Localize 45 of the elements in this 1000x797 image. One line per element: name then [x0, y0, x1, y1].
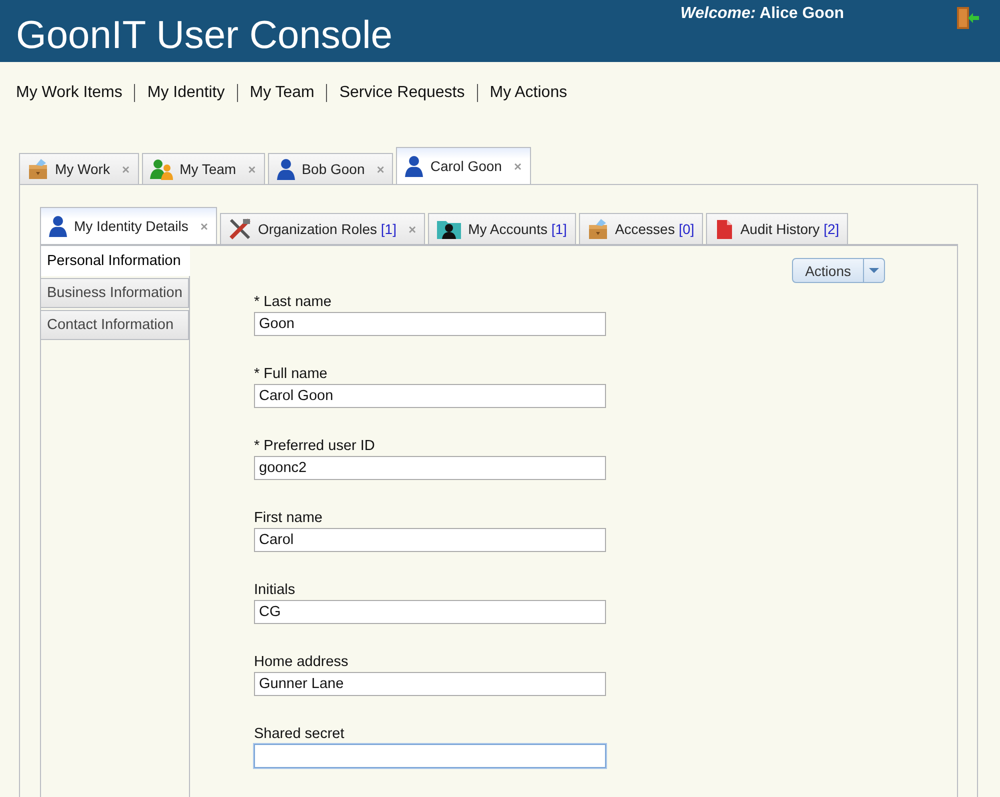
- folder-person-icon: [436, 218, 462, 240]
- field-label: Initials: [254, 582, 296, 598]
- tab[interactable]: My Identity Details ×: [40, 207, 217, 245]
- section-tab[interactable]: Contact Information: [41, 310, 189, 340]
- welcome-text: Welcome: Alice Goon: [680, 5, 844, 23]
- document-icon: [714, 218, 734, 240]
- tab[interactable]: Bob Goon ×: [268, 153, 394, 184]
- nav-link[interactable]: My Identity: [134, 84, 237, 102]
- input-field[interactable]: Goon: [254, 312, 606, 336]
- people-icon: [150, 158, 174, 180]
- input-field[interactable]: Gunner Lane: [254, 672, 606, 696]
- input-field[interactable]: Carol: [254, 528, 606, 552]
- nav-link[interactable]: My Team: [236, 84, 326, 102]
- field-label: * Full name: [254, 366, 328, 382]
- person-icon: [48, 215, 68, 237]
- tab[interactable]: My Team ×: [142, 153, 265, 184]
- nav-link[interactable]: My Work Items: [16, 84, 134, 102]
- person-icon: [404, 155, 424, 177]
- tab[interactable]: Carol Goon ×: [396, 147, 531, 185]
- actions-button[interactable]: Actions: [792, 258, 885, 283]
- field-label: * Last name: [254, 294, 332, 310]
- nav-link[interactable]: Service Requests: [326, 84, 477, 102]
- tools-icon: [228, 218, 252, 240]
- tab[interactable]: Audit History [2]: [706, 213, 848, 244]
- section-tab[interactable]: Personal Information: [41, 246, 190, 276]
- tab[interactable]: Organization Roles [1] ×: [220, 213, 426, 244]
- field-label: * Preferred user ID: [254, 438, 376, 454]
- input-field[interactable]: [254, 744, 606, 768]
- field-label: Home address: [254, 654, 350, 670]
- app-title: GoonIT User Console: [16, 14, 392, 58]
- logout-icon[interactable]: [954, 5, 980, 31]
- input-field[interactable]: Carol Goon: [254, 384, 606, 408]
- box-icon: [586, 218, 609, 240]
- input-field[interactable]: goonc2: [254, 456, 606, 480]
- field-label: First name: [254, 510, 324, 526]
- field-label: Shared secret: [254, 726, 346, 742]
- tab[interactable]: My Work ×: [19, 153, 139, 184]
- tab[interactable]: My Accounts [1]: [428, 213, 576, 244]
- box-icon: [27, 158, 49, 180]
- caret-icon: [869, 268, 879, 273]
- section-tab[interactable]: Business Information: [41, 278, 189, 308]
- person-icon: [276, 158, 296, 180]
- nav-link[interactable]: My Actions: [476, 84, 580, 102]
- tab[interactable]: Accesses [0]: [578, 213, 704, 244]
- input-field[interactable]: CG: [254, 600, 606, 624]
